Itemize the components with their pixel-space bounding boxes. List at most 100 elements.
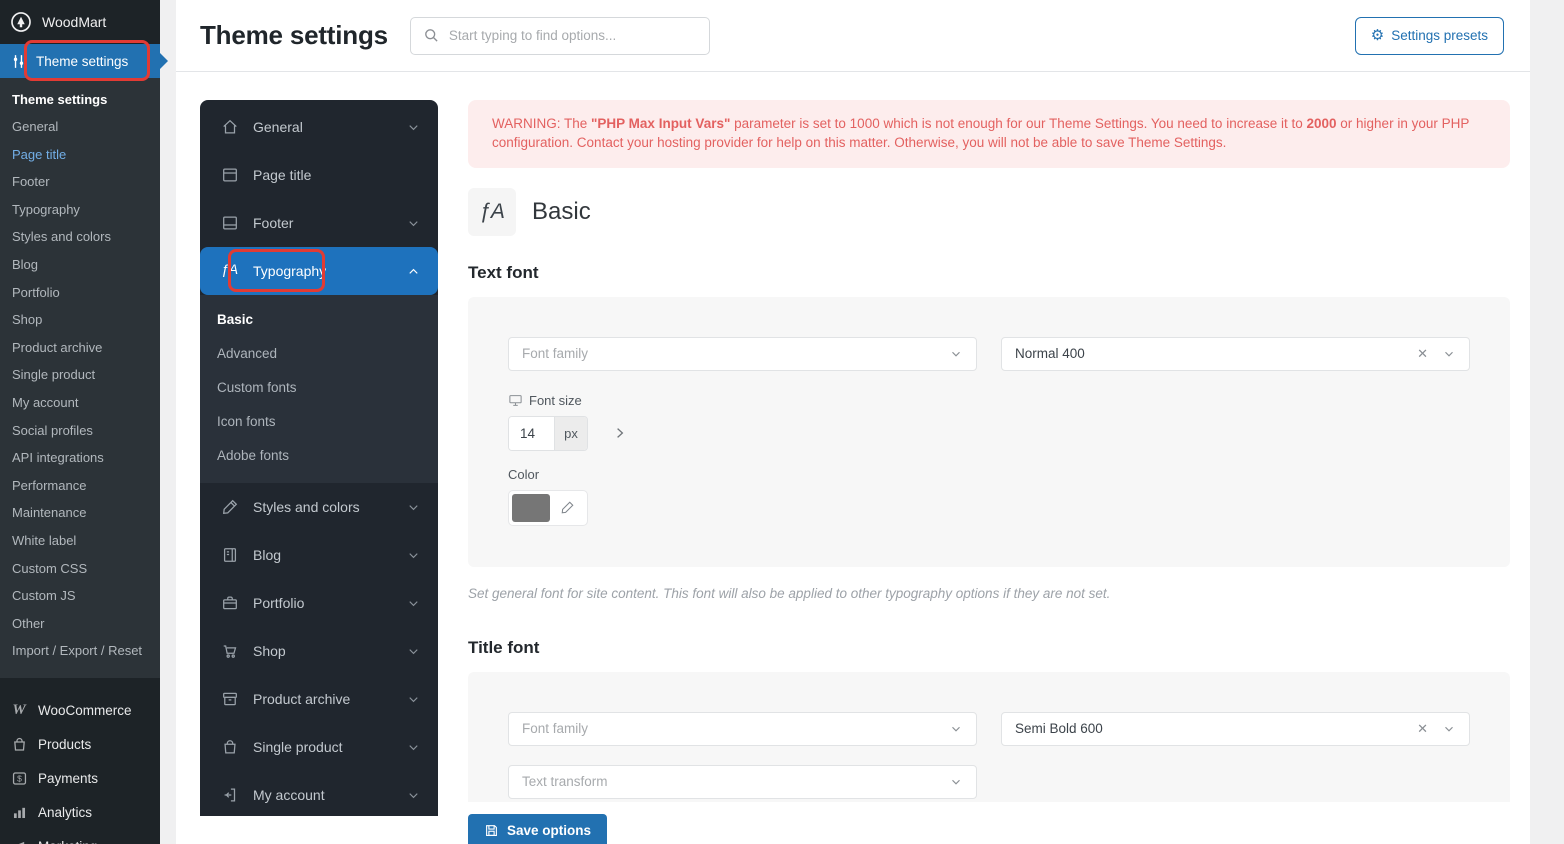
gear-icon: ⚙: [1370, 27, 1385, 44]
text-font-family-select[interactable]: Font family: [508, 336, 977, 371]
sliders-icon: [13, 54, 24, 68]
sidebar-item-woocommerce[interactable]: W WooCommerce: [0, 694, 160, 728]
submenu-item-custom-css[interactable]: Custom CSS: [12, 555, 160, 583]
save-options-label: Save options: [507, 823, 592, 839]
font-weight-value: Semi Bold 600: [1015, 721, 1103, 737]
submenu-item-shop[interactable]: Shop: [12, 306, 160, 334]
color-label: Color: [508, 466, 540, 482]
font-size-input[interactable]: [509, 416, 554, 450]
sidebar-item-woodmart[interactable]: WoodMart: [0, 0, 160, 44]
submenu-item-my-account[interactable]: My account: [12, 389, 160, 417]
submenu-item-footer[interactable]: Footer: [12, 168, 160, 196]
nav-item-single-product[interactable]: Single product: [200, 723, 438, 771]
nav-item-shop[interactable]: Shop: [200, 627, 438, 675]
nav-item-blog[interactable]: Blog: [200, 531, 438, 579]
chevron-down-icon: [409, 124, 418, 130]
text-font-card: Font family Normal 400 ✕ Font size 14 px…: [468, 296, 1510, 567]
clear-icon[interactable]: ✕: [1417, 721, 1428, 737]
woocommerce-icon: W: [12, 702, 26, 719]
color-picker-button[interactable]: [550, 493, 584, 522]
submenu-item-portfolio[interactable]: Portfolio: [12, 279, 160, 307]
submenu-item-single-product[interactable]: Single product: [12, 361, 160, 389]
wordpress-admin: WoodMart Theme settings Theme settings G…: [0, 0, 1564, 844]
color-swatch[interactable]: [512, 493, 550, 522]
brush-icon: [561, 501, 573, 514]
sidebar-item-products[interactable]: Products: [0, 728, 160, 762]
analytics-bars-icon: [9, 804, 29, 821]
nav-item-general[interactable]: General: [200, 103, 438, 151]
save-options-button[interactable]: Save options: [468, 813, 608, 844]
clear-icon[interactable]: ✕: [1417, 346, 1428, 362]
footer-icon: [223, 216, 237, 230]
sidebar-item-marketing[interactable]: Marketing: [0, 830, 160, 844]
subnav-item-icon-fonts[interactable]: Icon fonts: [200, 405, 438, 439]
main-panel: Theme settings ⚙ Settings presets Genera…: [176, 0, 1530, 844]
php-max-input-vars-warning: WARNING: The "PHP Max Input Vars" parame…: [468, 100, 1510, 168]
submenu-item-product-archive[interactable]: Product archive: [12, 334, 160, 362]
chevron-down-icon: [952, 779, 960, 785]
submenu-item-import-export-reset[interactable]: Import / Export / Reset: [12, 637, 160, 665]
woodmart-logo-icon: [11, 12, 31, 32]
submenu-item-white-label[interactable]: White label: [12, 527, 160, 555]
font-weight-value: Normal 400: [1015, 346, 1085, 362]
settings-content: WARNING: The "PHP Max Input Vars" parame…: [468, 100, 1510, 844]
nav-item-label: Footer: [253, 215, 294, 231]
subnav-item-adobe-fonts[interactable]: Adobe fonts: [200, 439, 438, 473]
options-search[interactable]: [409, 16, 710, 55]
page-title-icon: [223, 168, 237, 182]
nav-item-my-account[interactable]: My account: [200, 771, 438, 816]
products-bag-icon: [9, 736, 29, 753]
subnav-item-basic[interactable]: Basic: [200, 303, 438, 337]
nav-item-label: Portfolio: [253, 595, 305, 611]
sidebar-item-label: Products: [38, 737, 92, 753]
warning-value: 2000: [1306, 116, 1337, 131]
search-input[interactable]: [448, 28, 697, 43]
chevron-down-icon: [952, 351, 960, 357]
text-transform-select[interactable]: Text transform: [508, 764, 977, 799]
archive-box-icon: [223, 692, 237, 706]
warning-text: parameter is set to 1000 which is not en…: [730, 116, 1307, 131]
typography-icon: ƒA: [221, 261, 239, 277]
submenu-item-blog[interactable]: Blog: [12, 251, 160, 279]
sidebar-item-analytics[interactable]: Analytics: [0, 796, 160, 830]
submenu-item-performance[interactable]: Performance: [12, 472, 160, 500]
settings-presets-label: Settings presets: [1391, 28, 1488, 43]
title-font-card: Font family Semi Bold 600 ✕ Text transfo…: [468, 671, 1510, 802]
admin-sidebar: WoodMart Theme settings Theme settings G…: [0, 0, 168, 844]
submenu-item-other[interactable]: Other: [12, 610, 160, 638]
submenu-item-general[interactable]: General: [12, 113, 160, 141]
sidebar-item-label: Marketing: [38, 839, 97, 844]
nav-item-styles-and-colors[interactable]: Styles and colors: [200, 483, 438, 531]
chevron-up-icon: [409, 268, 418, 274]
nav-item-product-archive[interactable]: Product archive: [200, 675, 438, 723]
nav-item-label: Shop: [253, 643, 286, 659]
subnav-item-custom-fonts[interactable]: Custom fonts: [200, 371, 438, 405]
submenu-item-api-integrations[interactable]: API integrations: [12, 444, 160, 472]
submenu-item-styles-and-colors[interactable]: Styles and colors: [12, 223, 160, 251]
expand-responsive-sizes-button[interactable]: [610, 423, 630, 443]
font-size-label-row: Font size: [508, 393, 1470, 408]
subnav-item-advanced[interactable]: Advanced: [200, 337, 438, 371]
typography-submenu: Basic Advanced Custom fonts Icon fonts A…: [200, 295, 438, 483]
submenu-item-page-title[interactable]: Page title: [12, 141, 160, 169]
sidebar-item-label: Payments: [38, 771, 99, 787]
nav-item-label: Typography: [253, 263, 327, 279]
nav-item-label: Product archive: [253, 691, 351, 707]
sidebar-item-theme-settings-active[interactable]: Theme settings: [0, 40, 168, 81]
submenu-item-typography[interactable]: Typography: [12, 196, 160, 224]
submenu-item-social-profiles[interactable]: Social profiles: [12, 417, 160, 445]
sidebar-item-payments[interactable]: $ Payments: [0, 762, 160, 796]
submenu-item-custom-js[interactable]: Custom JS: [12, 582, 160, 610]
nav-item-typography[interactable]: ƒA Typography: [200, 247, 438, 295]
sidebar-item-label: Analytics: [38, 805, 93, 821]
nav-item-portfolio[interactable]: Portfolio: [200, 579, 438, 627]
title-font-weight-select[interactable]: Semi Bold 600 ✕: [1001, 711, 1470, 746]
nav-item-label: General: [253, 119, 303, 135]
settings-presets-button[interactable]: ⚙ Settings presets: [1354, 16, 1504, 55]
title-font-family-select[interactable]: Font family: [508, 711, 977, 746]
page-title: Theme settings: [200, 20, 388, 50]
nav-item-page-title[interactable]: Page title: [200, 151, 438, 199]
text-font-weight-select[interactable]: Normal 400 ✕: [1001, 336, 1470, 371]
submenu-item-maintenance[interactable]: Maintenance: [12, 499, 160, 527]
nav-item-footer[interactable]: Footer: [200, 199, 438, 247]
